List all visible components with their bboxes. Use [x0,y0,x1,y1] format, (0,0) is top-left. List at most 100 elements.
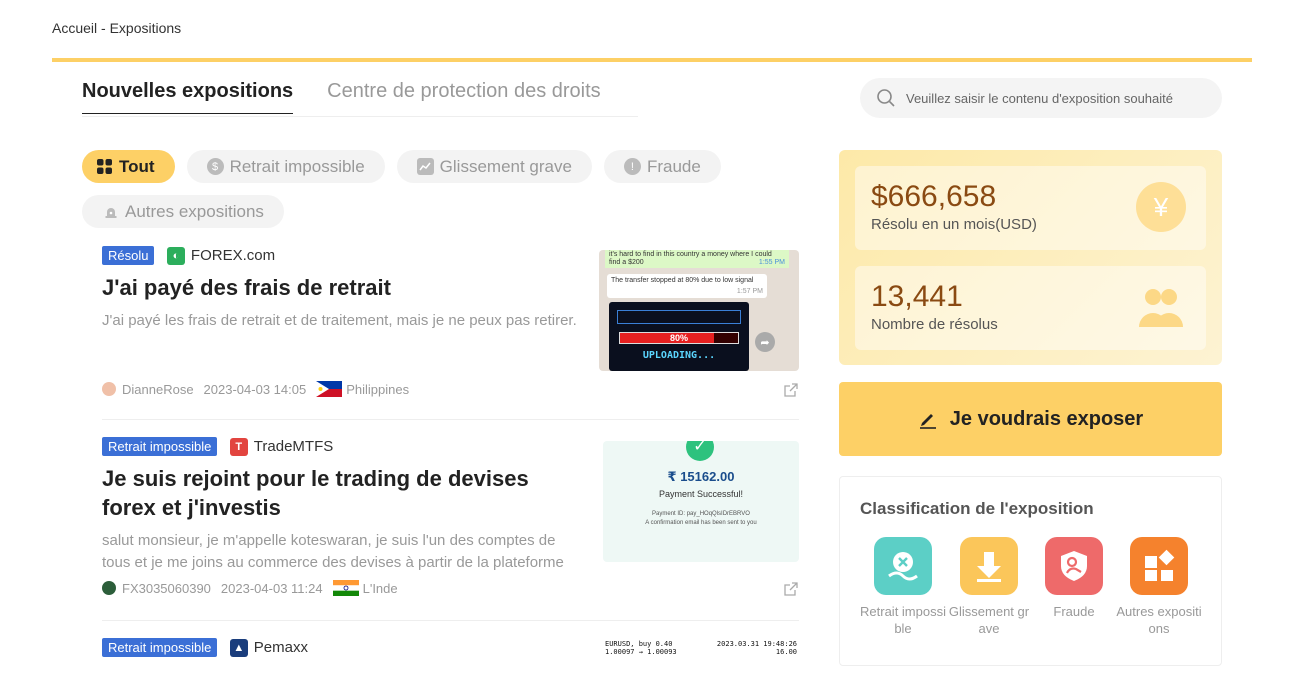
expose-button[interactable]: Je voudrais exposer [839,382,1222,456]
post-title[interactable]: J'ai payé des frais de retrait [102,273,582,302]
broker-name: Pemaxx [253,639,308,656]
classification-panel: Classification de l'exposition Retrait i… [839,476,1222,666]
status-badge: Résolu [102,246,155,265]
filter-chip-other[interactable]: Autres expositions [82,195,284,228]
progress-text: 80% [669,333,688,343]
avatar [102,382,116,396]
chart-icon [416,158,434,175]
pen-icon [919,414,936,429]
payment-amount: ₹ 15162.00 [667,469,735,484]
filter-chips: Tout $ Retrait impossible Glissement gra… [82,150,782,228]
share-icon[interactable] [783,382,799,398]
trademtfs-logo-icon: T [229,437,248,456]
expose-button-label: Je voudrais exposer [949,407,1144,430]
post-country: Philippines [346,381,410,397]
payment-id: Payment ID: pay_HOqQlsIDrEBRVO [652,511,750,517]
upload-screenshot: 80% UPLOADING... [609,302,749,371]
broker-link[interactable]: ▲ Pemaxx [229,638,308,657]
post-description: J'ai payé les frais de retrait et de tra… [102,312,577,329]
broker-link[interactable]: ◐ FOREX.com [166,246,276,265]
search-input[interactable] [906,90,1206,106]
category-other[interactable]: Autres expositions [1116,537,1202,637]
payment-status: Payment Successful! [658,489,744,499]
trade-time: 2023.03.31 19:48:26 [716,640,797,648]
avatar [102,581,116,595]
chat-text: The transfer stopped at 80% due to low s… [611,277,754,284]
bell-icon [102,203,119,220]
post-thumbnail[interactable]: it's hard to find in this country a mone… [599,250,799,371]
status-badge: Retrait impossible [102,638,218,657]
chat-time: 1:57 PM [736,288,763,295]
post-thumbnail[interactable]: EURUSD, buy 0.40 1.00097 → 1.00093 2023.… [603,638,799,664]
filter-chip-label: Fraude [646,156,701,176]
progress-track: 80% [619,332,739,344]
category-fraud[interactable]: Fraude [1031,537,1117,620]
pemaxx-logo-icon: ▲ [229,638,248,657]
post-meta: DianneRose 2023-04-03 14:05 Philippines [102,381,409,397]
trade-prices: 1.00097 → 1.00093 [605,648,677,656]
india-flag-icon [332,580,359,596]
users-icon [1136,282,1186,332]
slip-icon [960,537,1018,595]
broker-name: TradeMTFS [253,438,334,455]
category-label: Autres expositions [1116,604,1202,636]
post-date: 2023-04-03 14:05 [203,381,307,397]
category-withdrawal[interactable]: Retrait impossible [860,537,946,637]
post-user: FX3035060390 [122,580,211,596]
filter-chip-withdrawal[interactable]: $ Retrait impossible [186,150,385,183]
search-icon [877,89,895,107]
filter-chip-label: Glissement grave [439,156,572,176]
chat-bubble: The transfer stopped at 80% due to low s… [607,274,767,298]
broker-link[interactable]: T TradeMTFS [229,437,334,456]
post-description: salut monsieur, je m'appelle koteswaran,… [102,532,564,571]
filter-chip-label: Tout [119,156,155,176]
filter-chip-label: Retrait impossible [229,156,365,176]
forward-icon: ➦ [755,332,775,352]
category-label: Fraude [1053,604,1095,619]
post-card[interactable]: Résolu ◐ FOREX.com J'ai payé des frais d… [102,246,799,420]
post-title[interactable]: Je suis rejoint pour le trading de devis… [102,464,582,522]
tab-new-exposures[interactable]: Nouvelles expositions [82,80,294,114]
trade-value: 16.00 [775,648,797,656]
console-header [617,310,741,324]
trade-pair: EURUSD, buy 0.40 [605,640,673,648]
broker-name: FOREX.com [190,247,276,264]
filter-chip-fraud[interactable]: ! Fraude [603,150,721,183]
fraud-icon [1045,537,1103,595]
chat-bubble: it's hard to find in this country a mone… [605,250,789,268]
post-user: DianneRose [122,381,194,397]
tab-bar: Nouvelles expositions Centre de protecti… [82,80,601,114]
post-meta: FX3035060390 2023-04-03 11:24 L'Inde [102,580,398,596]
breadcrumb: Accueil - Expositions [52,20,182,36]
post-date: 2023-04-03 11:24 [220,580,323,596]
post-thumbnail[interactable]: ✓ ₹ 15162.00 Payment Successful! Payment… [603,441,799,562]
category-label: Retrait impossible [860,604,946,636]
chat-text: it's hard to find in this country a mone… [609,251,772,266]
tab-rights-protection[interactable]: Centre de protection des droits [327,80,601,114]
main-panel: Nouvelles expositions Centre de protecti… [52,58,1252,678]
withdraw-icon [874,537,932,595]
post-card[interactable]: Retrait impossible ▲ Pemaxx EURUSD, buy … [102,638,799,678]
search-box[interactable] [860,78,1222,118]
stat-resolved-amount: $666,658 Résolu en un mois(USD) ¥ [855,166,1206,250]
filter-chip-label: Autres expositions [125,201,264,221]
tab-divider [82,116,638,117]
yen-icon: ¥ [1136,182,1186,232]
share-icon[interactable] [783,581,799,597]
category-label: Glissement grave [948,604,1030,636]
check-icon: ✓ [686,441,714,461]
status-badge: Retrait impossible [102,437,218,456]
alert-icon: ! [623,158,641,175]
payment-note: A confirmation email has been sent to yo… [645,520,757,526]
filter-chip-all[interactable]: Tout [82,150,175,183]
stat-resolved-count: 13,441 Nombre de résolus [855,266,1206,350]
grid-icon [96,158,113,175]
stats-panel: $666,658 Résolu en un mois(USD) ¥ 13,441… [839,150,1222,365]
category-slippage[interactable]: Glissement grave [946,537,1032,637]
philippines-flag-icon [316,381,343,397]
uploading-text: UPLOADING... [642,350,716,361]
other-icon [1130,537,1188,595]
filter-chip-slippage[interactable]: Glissement grave [396,150,592,183]
forex-logo-icon: ◐ [166,246,185,265]
post-card[interactable]: Retrait impossible T TradeMTFS Je suis r… [102,437,799,621]
